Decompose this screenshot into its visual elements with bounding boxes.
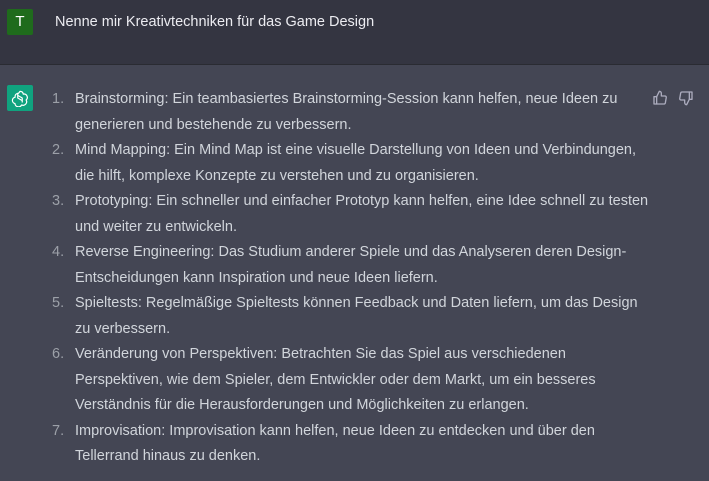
assistant-message-row: 1. Brainstorming: Ein teambasiertes Brain… <box>0 65 709 481</box>
list-item: 6. Veränderung von Perspektiven: Betracht… <box>0 342 650 419</box>
list-item: 4. Reverse Engineering: Das Studium ander… <box>0 240 650 291</box>
list-item-number: 3. <box>52 193 65 209</box>
thumbs-down-icon[interactable] <box>678 90 694 106</box>
list-item-text: Mind Mapping: Ein Mind Map ist eine visu… <box>75 142 637 184</box>
list-item-text: Prototyping: Ein schneller und einfacher… <box>75 193 649 235</box>
user-avatar: T <box>7 9 33 35</box>
list-item-number: 7. <box>52 422 65 439</box>
list-item-text: Veränderung von Perspektiven: Betrachten… <box>75 346 596 413</box>
list-item-text: Improvisation: Improvisation kann helfen… <box>75 422 595 465</box>
list-item-text: Spieltests: Regelmäßige Spieltests könne… <box>75 295 638 337</box>
list-item: 2. Mind Mapping: Ein Mind Map ist eine vi… <box>0 138 650 189</box>
user-message-row: T Nenne mir Kreativtechniken für das Gam… <box>0 0 709 65</box>
list-item-number: 6. <box>52 346 65 362</box>
assistant-answer-list: 1. Brainstorming: Ein teambasiertes Brain… <box>0 87 650 470</box>
list-item-number: 2. <box>52 142 65 158</box>
list-item: 5. Spieltests: Regelmäßige Spieltests kön… <box>0 291 650 342</box>
list-item: 1. Brainstorming: Ein teambasiertes Brain… <box>0 87 650 138</box>
list-item-text: Brainstorming: Ein teambasiertes Brainst… <box>75 91 618 133</box>
list-item-number: 4. <box>52 244 65 260</box>
list-item: 7. Improvisation: Improvisation kann helf… <box>0 419 650 470</box>
list-item: 3. Prototyping: Ein schneller und einfach… <box>0 189 650 240</box>
user-message-text: Nenne mir Kreativtechniken für das Game … <box>55 14 375 30</box>
thumbs-up-icon[interactable] <box>652 90 668 106</box>
list-item-text: Reverse Engineering: Das Studium anderer… <box>75 244 627 286</box>
list-item-number: 1. <box>52 91 65 107</box>
list-item-number: 5. <box>52 295 65 311</box>
